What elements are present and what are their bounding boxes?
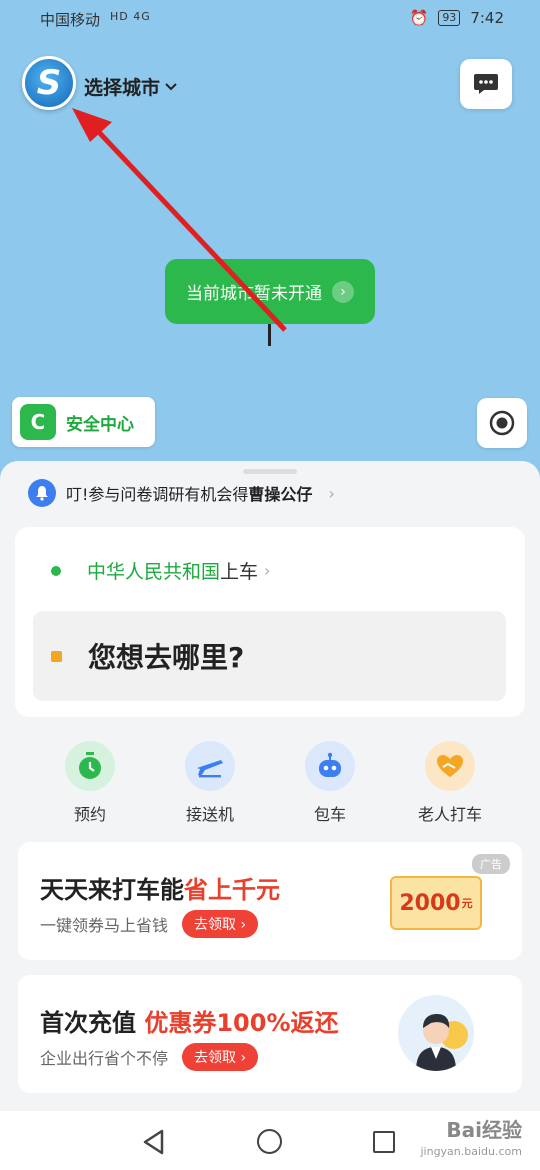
target-icon — [489, 410, 515, 436]
route-card: 中华人民共和国 上车 › 您想去哪里? — [15, 527, 525, 717]
businessman-illustration — [398, 995, 474, 1071]
destination-placeholder: 您想去哪里? — [88, 641, 245, 674]
airplane-icon — [185, 741, 235, 791]
shield-icon: C — [20, 404, 56, 440]
claim-button[interactable]: 去领取 › — [182, 1043, 259, 1071]
pickup-dot-icon — [51, 565, 61, 576]
watermark: Bai经验 jingyan.baidu.com — [420, 1119, 522, 1163]
pickup-place: 中华人民共和国 — [87, 561, 221, 583]
service-label: 预约 — [73, 805, 106, 824]
coupon-image: 2000 元 — [390, 876, 482, 930]
service-label: 包车 — [313, 805, 346, 824]
watermark-url: jingyan.baidu.com — [420, 1145, 522, 1158]
survey-notice[interactable]: 叮!参与问卷调研有机会得曹操公仔 › — [28, 479, 335, 507]
locate-button[interactable] — [477, 398, 527, 448]
chevron-right-icon: › — [264, 561, 271, 580]
safety-center-button[interactable]: C 安全中心 — [12, 397, 155, 447]
watermark-brand: Bai经验 — [446, 1118, 522, 1142]
recents-square-icon[interactable] — [373, 1131, 395, 1153]
chevron-right-icon: › — [328, 483, 335, 503]
claim-button[interactable]: 去领取 › — [182, 910, 259, 938]
heart-hand-icon — [425, 741, 475, 791]
safety-center-label: 安全中心 — [66, 414, 134, 435]
ad-tag: 广告 — [472, 854, 510, 874]
service-elderly[interactable]: 老人打车 — [390, 741, 510, 825]
robot-icon — [305, 741, 355, 791]
service-row: 预约 接送机 包车 老人打车 — [0, 741, 540, 825]
destination-input[interactable]: 您想去哪里? — [33, 611, 506, 701]
clock-icon — [65, 741, 115, 791]
promo-card-recharge[interactable]: 首次充值 优惠券100%返还 企业出行省个不停 去领取 › — [18, 975, 522, 1093]
service-airport[interactable]: 接送机 — [150, 741, 270, 825]
service-charter[interactable]: 包车 — [270, 741, 390, 825]
service-label: 接送机 — [185, 805, 234, 824]
destination-marker-icon — [51, 650, 62, 662]
drag-handle[interactable] — [243, 469, 297, 474]
service-label: 老人打车 — [417, 805, 482, 824]
promo-subtitle: 企业出行省个不停 去领取 › — [40, 1043, 259, 1071]
promo-card-savings[interactable]: 广告 天天来打车能省上千元 一键领券马上省钱 去领取 › 2000 元 — [18, 842, 522, 960]
notice-text: 叮!参与问卷调研有机会得曹操公仔 — [66, 485, 313, 504]
bell-icon — [28, 479, 56, 507]
back-triangle-icon[interactable] — [142, 1129, 166, 1155]
system-nav-bar: Bai经验 jingyan.baidu.com — [0, 1111, 540, 1170]
promo-subtitle: 一键领券马上省钱 去领取 › — [40, 910, 259, 938]
pickup-row[interactable]: 中华人民共和国 上车 › — [51, 557, 270, 584]
promo-title: 首次充值 优惠券100%返还 — [40, 1009, 339, 1037]
pickup-suffix: 上车 — [220, 561, 259, 583]
home-circle-icon[interactable] — [257, 1129, 282, 1154]
service-reserve[interactable]: 预约 — [30, 741, 150, 825]
promo-title: 天天来打车能省上千元 — [40, 876, 280, 904]
bottom-sheet: 叮!参与问卷调研有机会得曹操公仔 › 中华人民共和国 上车 › 您想去哪里? 预… — [0, 461, 540, 1111]
